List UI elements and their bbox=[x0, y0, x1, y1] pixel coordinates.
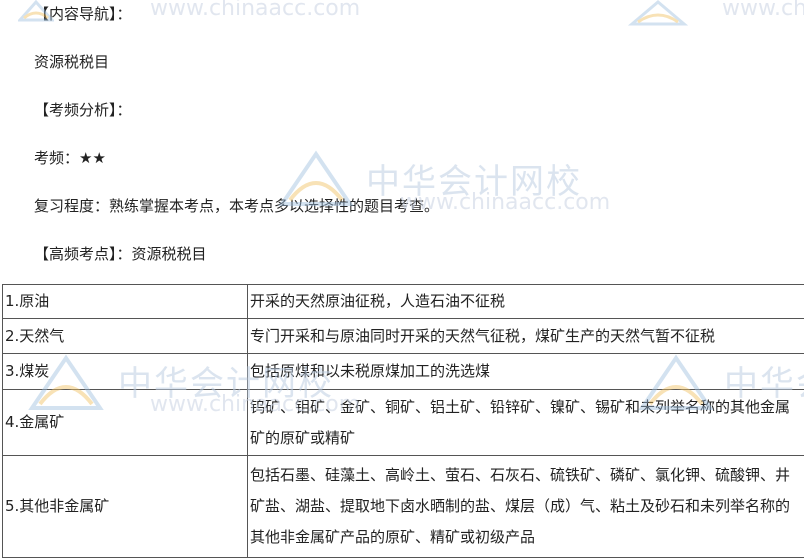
freq-rating: 考频：★★ bbox=[34, 149, 106, 167]
table-cell-item: 4.金属矿 bbox=[2, 389, 248, 456]
highfreq-heading: 【高频考点】：资源税税目 bbox=[34, 245, 207, 263]
table-cell-desc: 包括石墨、硅藻土、高岭土、萤石、石灰石、硫铁矿、磷矿、氯化钾、硫酸钾、井矿盐、湖… bbox=[247, 455, 804, 558]
freq-heading: 【考频分析】： bbox=[34, 101, 132, 119]
table-cell-item: 5.其他非金属矿 bbox=[2, 455, 248, 558]
tax-items-table: 1.原油 开采的天然原油征税，人造石油不征税 2.天然气 专门开采和与原油同时开… bbox=[2, 284, 804, 558]
table-cell-desc: 专门开采和与原油同时开采的天然气征税，煤矿生产的天然气暂不征税 bbox=[247, 318, 804, 354]
table-cell-item: 2.天然气 bbox=[2, 318, 248, 354]
nav-value: 资源税税目 bbox=[34, 53, 110, 71]
table-row: 3.煤炭 包括原煤和以未税原煤加工的洗选煤 bbox=[2, 353, 804, 390]
table-cell-desc: 钨矿、钼矿、金矿、铜矿、铝土矿、铅锌矿、镍矿、锡矿和未列举名称的其他金属矿的原矿… bbox=[247, 389, 804, 456]
review-level: 复习程度：熟练掌握本考点，本考点多以选择性的题目考查。 bbox=[34, 197, 440, 215]
table-row: 5.其他非金属矿 包括石墨、硅藻土、高岭土、萤石、石灰石、硫铁矿、磷矿、氯化钾、… bbox=[2, 455, 804, 558]
table-row: 4.金属矿 钨矿、钼矿、金矿、铜矿、铝土矿、铅锌矿、镍矿、锡矿和未列举名称的其他… bbox=[2, 389, 804, 456]
table-cell-item: 3.煤炭 bbox=[2, 353, 248, 390]
table-row: 2.天然气 专门开采和与原油同时开采的天然气征税，煤矿生产的天然气暂不征税 bbox=[2, 318, 804, 354]
watermark-logo-icon bbox=[628, 0, 688, 26]
watermark-url: www.chinaacc.com bbox=[150, 0, 361, 21]
nav-heading: 【内容导航】： bbox=[34, 5, 132, 23]
watermark-url: www.ch bbox=[722, 0, 804, 21]
table-cell-item: 1.原油 bbox=[2, 284, 248, 319]
table-cell-desc: 开采的天然原油征税，人造石油不征税 bbox=[247, 284, 804, 319]
table-cell-desc: 包括原煤和以未税原煤加工的洗选煤 bbox=[247, 353, 804, 390]
table-row: 1.原油 开采的天然原油征税，人造石油不征税 bbox=[2, 284, 804, 319]
